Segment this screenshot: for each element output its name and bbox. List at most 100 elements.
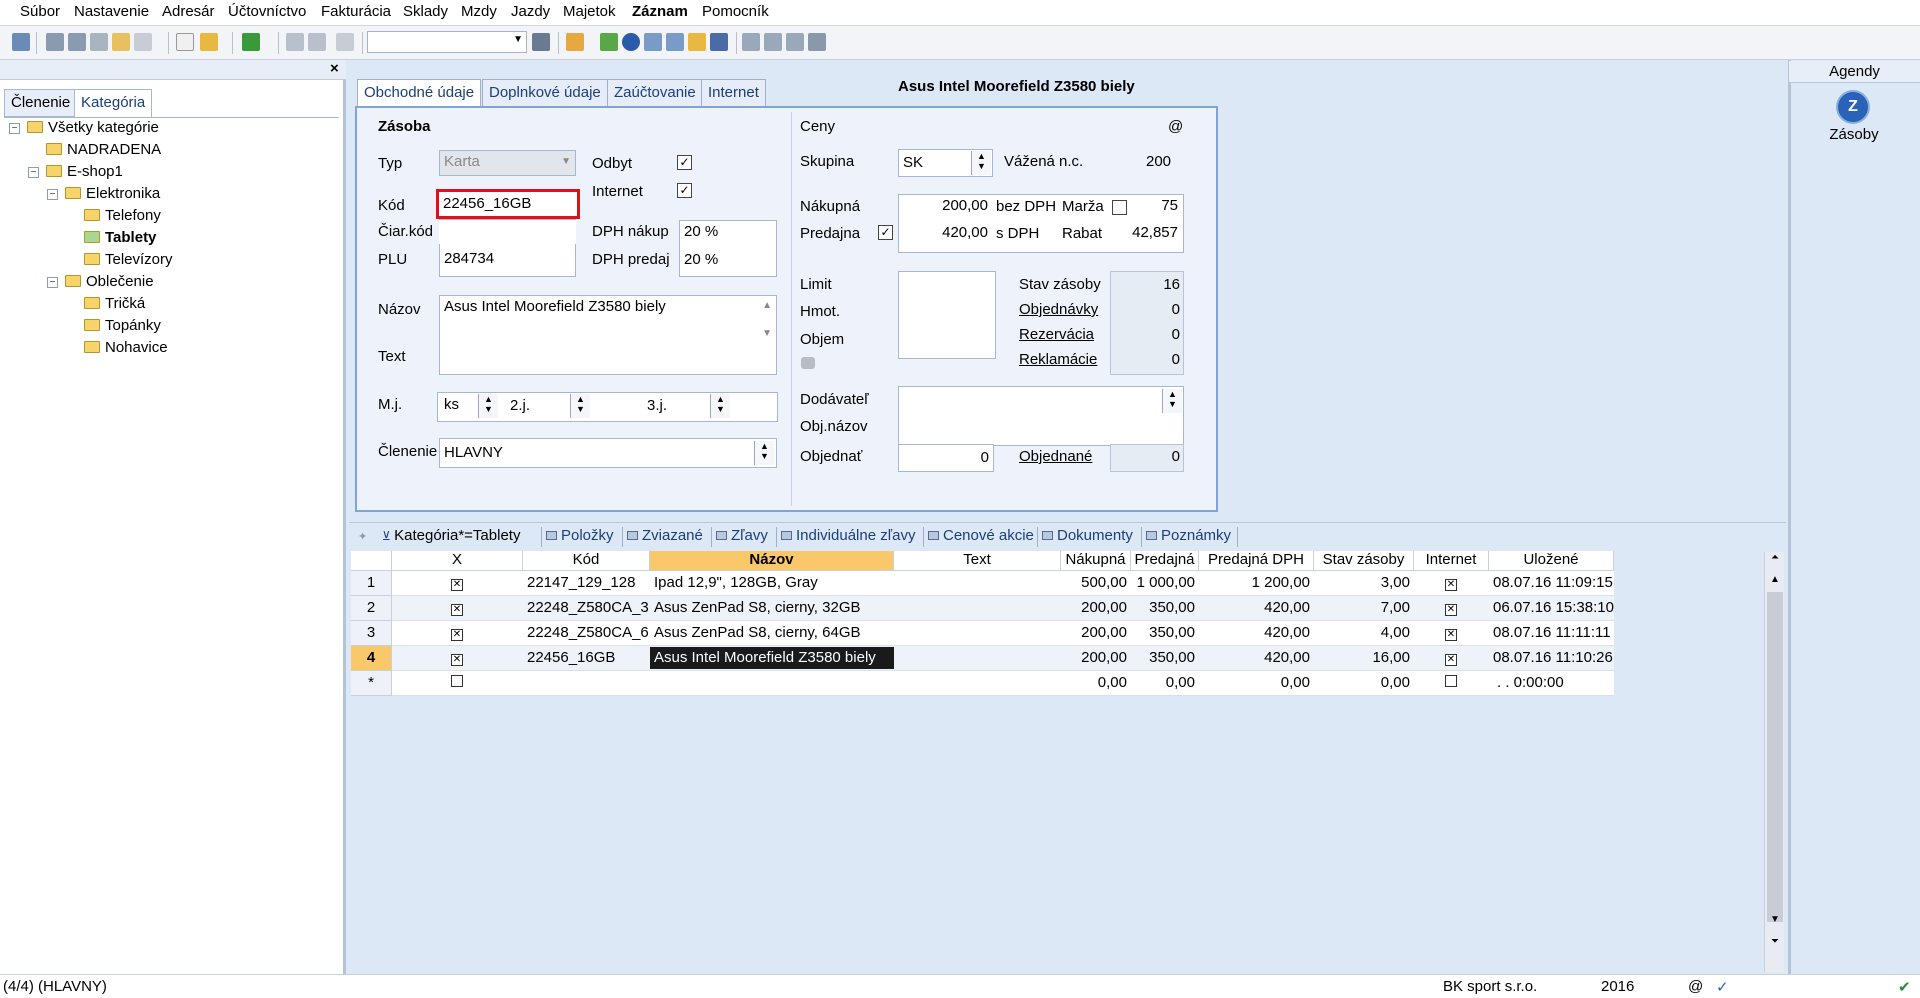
row-x-checkbox[interactable]: ✕ xyxy=(440,622,474,644)
menu-adresar[interactable]: Adresár xyxy=(162,3,215,20)
tab-individualne-zlavy[interactable]: Individuálne zľavy xyxy=(776,527,915,547)
tree-item-nadradena[interactable]: NADRADENA xyxy=(46,141,161,161)
tree-item-topanky[interactable]: Topánky xyxy=(84,317,161,337)
collapse-icon[interactable]: − xyxy=(9,123,20,134)
scroll-down-icon[interactable]: ▼ xyxy=(1766,914,1784,930)
tools-icon[interactable] xyxy=(808,33,826,51)
tree-item-televizory[interactable]: Televízory xyxy=(84,251,173,271)
mj-spin-icon[interactable]: ▲ ▼ xyxy=(478,394,498,418)
tab-internet[interactable]: Internet xyxy=(701,79,766,107)
row-number[interactable]: 3 xyxy=(351,621,392,646)
collapse-icon[interactable]: − xyxy=(47,189,58,200)
globe-icon[interactable] xyxy=(622,33,640,51)
menu-pomocnik[interactable]: Pomocník xyxy=(702,3,769,20)
scroll-bottom-icon[interactable]: ⏷ xyxy=(1766,936,1784,952)
ciarkod-input[interactable] xyxy=(439,220,576,244)
tab-kategoria-filter[interactable]: ⊻ Kategória*=Tablety xyxy=(378,527,520,547)
window-icon[interactable] xyxy=(742,33,760,51)
dodavatel-spin-icon[interactable]: ▲ ▼ xyxy=(1162,389,1182,413)
search-icon[interactable] xyxy=(90,33,108,51)
scroll-down-icon[interactable]: ▼ xyxy=(762,328,772,339)
agenda-zasoby-label[interactable]: Zásoby xyxy=(1788,126,1920,143)
row-internet-checkbox[interactable]: ✕ xyxy=(1434,647,1468,669)
plu-input[interactable]: 284734 xyxy=(440,248,575,272)
export-icon[interactable] xyxy=(112,33,130,51)
menu-zaznam[interactable]: Záznam xyxy=(632,3,688,20)
row-internet-checkbox[interactable]: ✕ xyxy=(1434,622,1468,644)
col-header-stav-zasoby[interactable]: Stav zásoby xyxy=(1314,551,1414,571)
skupina-spin-icon[interactable]: ▲ ▼ xyxy=(971,151,991,175)
tree-item-telefony[interactable]: Telefony xyxy=(84,207,161,227)
tab-obchodne-udaje[interactable]: Obchodné údaje xyxy=(357,79,482,107)
cell-nazov-active[interactable]: Asus Intel Moorefield Z3580 biely xyxy=(650,647,894,669)
tab-zlavy[interactable]: Zľavy xyxy=(711,527,768,547)
tab-clenenie[interactable]: Členenie xyxy=(4,89,78,117)
dph-nakup-input[interactable]: 20 % xyxy=(680,221,770,245)
collapse-icon[interactable]: − xyxy=(47,277,58,288)
tab-kategoria[interactable]: Kategória xyxy=(74,89,153,117)
tab-zauctovanie[interactable]: Zaúčtovanie xyxy=(607,79,703,107)
tab-cenove-akcie[interactable]: Cenové akcie xyxy=(923,527,1034,547)
reklamacie-link[interactable]: Reklamácie xyxy=(1019,351,1097,368)
tab-doplnkove-udaje[interactable]: Doplnkové údaje xyxy=(482,79,608,107)
scroll-up-icon[interactable]: ▲ xyxy=(1766,574,1784,590)
exit-icon[interactable] xyxy=(12,33,30,51)
menu-mzdy[interactable]: Mzdy xyxy=(461,3,497,20)
save-icon[interactable] xyxy=(286,33,304,51)
mail-icon[interactable] xyxy=(134,33,152,51)
table-row-new[interactable] xyxy=(392,671,1614,696)
nazov-textarea[interactable]: Asus Intel Moorefield Z3580 biely ▲ ▼ xyxy=(439,295,777,375)
tree-item-elektronika[interactable]: Elektronika xyxy=(65,185,160,205)
tree-item-eshop1[interactable]: E-shop1 xyxy=(46,163,123,183)
objednane-link[interactable]: Objednané xyxy=(1019,448,1092,465)
col-header-nakupna[interactable]: Nákupná xyxy=(1061,551,1131,571)
odbyt-checkbox[interactable]: ✓ xyxy=(677,155,692,170)
col-header-predajna[interactable]: Predajná xyxy=(1131,551,1199,571)
menu-uctovnictvo[interactable]: Účtovníctvo xyxy=(228,3,306,20)
scroll-up-icon[interactable]: ▲ xyxy=(762,300,772,311)
grid-scrollbar[interactable]: ⏶ ▲ ▼ ⏷ xyxy=(1764,552,1784,972)
back-arrow-icon[interactable] xyxy=(242,33,260,51)
row-number-new[interactable]: * xyxy=(351,671,392,696)
objednat-input[interactable]: 0 xyxy=(898,444,994,472)
row-number[interactable]: 4 xyxy=(351,646,392,671)
scroll-thumb[interactable] xyxy=(1767,592,1783,922)
status-check-icon[interactable]: ✓ xyxy=(1716,978,1729,996)
menu-majetok[interactable]: Majetok xyxy=(563,3,616,20)
rezervacia-link[interactable]: Rezervácia xyxy=(1019,326,1094,343)
tree-item-tricka[interactable]: Tričká xyxy=(84,295,145,315)
pin-icon[interactable]: ✦ xyxy=(358,530,367,543)
dodavatel-input[interactable] xyxy=(898,386,1184,446)
tab-polozky[interactable]: Položky xyxy=(541,527,614,547)
at-icon[interactable]: @ xyxy=(1168,118,1183,135)
menu-sklady[interactable]: Sklady xyxy=(403,3,448,20)
group-icon[interactable] xyxy=(688,33,706,51)
tree-item-vsetky-kategorie[interactable]: Všetky kategórie xyxy=(27,119,159,139)
tree-item-nohavice[interactable]: Nohavice xyxy=(84,339,168,359)
marza-input[interactable]: 75 xyxy=(1130,195,1182,219)
clenenie-spin-icon[interactable]: ▲ ▼ xyxy=(754,441,774,465)
j2-spin-icon[interactable]: ▲ ▼ xyxy=(570,394,590,418)
edit-icon[interactable] xyxy=(200,33,218,51)
tab-poznamky[interactable]: Poznámky xyxy=(1141,527,1231,547)
monitor-icon[interactable] xyxy=(786,33,804,51)
col-header-nazov[interactable]: Názov xyxy=(650,551,894,571)
limit-hmot-objem-box[interactable] xyxy=(898,271,996,359)
cube-icon[interactable] xyxy=(801,357,815,369)
internet-checkbox[interactable]: ✓ xyxy=(677,183,692,198)
collapse-icon[interactable]: − xyxy=(28,167,39,178)
col-header-kod[interactable]: Kód xyxy=(523,551,650,571)
zasoby-agenda-icon[interactable]: Z xyxy=(1836,90,1870,124)
filter-clear-icon[interactable] xyxy=(532,33,550,51)
row-internet-checkbox[interactable]: ✕ xyxy=(1434,572,1468,594)
scroll-top-icon[interactable]: ⏶ xyxy=(1766,552,1784,568)
save-all-icon[interactable] xyxy=(308,33,326,51)
objednavky-link[interactable]: Objednávky xyxy=(1019,301,1098,318)
col-header-internet[interactable]: Internet xyxy=(1414,551,1489,571)
col-header-predajna-dph[interactable]: Predajná DPH xyxy=(1199,551,1314,571)
tree-item-tablety[interactable]: Tablety xyxy=(84,229,156,249)
menu-fakturacia[interactable]: Fakturácia xyxy=(321,3,391,20)
nakupna-input[interactable]: 200,00 xyxy=(900,195,992,219)
row-number[interactable]: 1 xyxy=(351,571,392,596)
row-x-checkbox[interactable]: ✕ xyxy=(440,647,474,669)
